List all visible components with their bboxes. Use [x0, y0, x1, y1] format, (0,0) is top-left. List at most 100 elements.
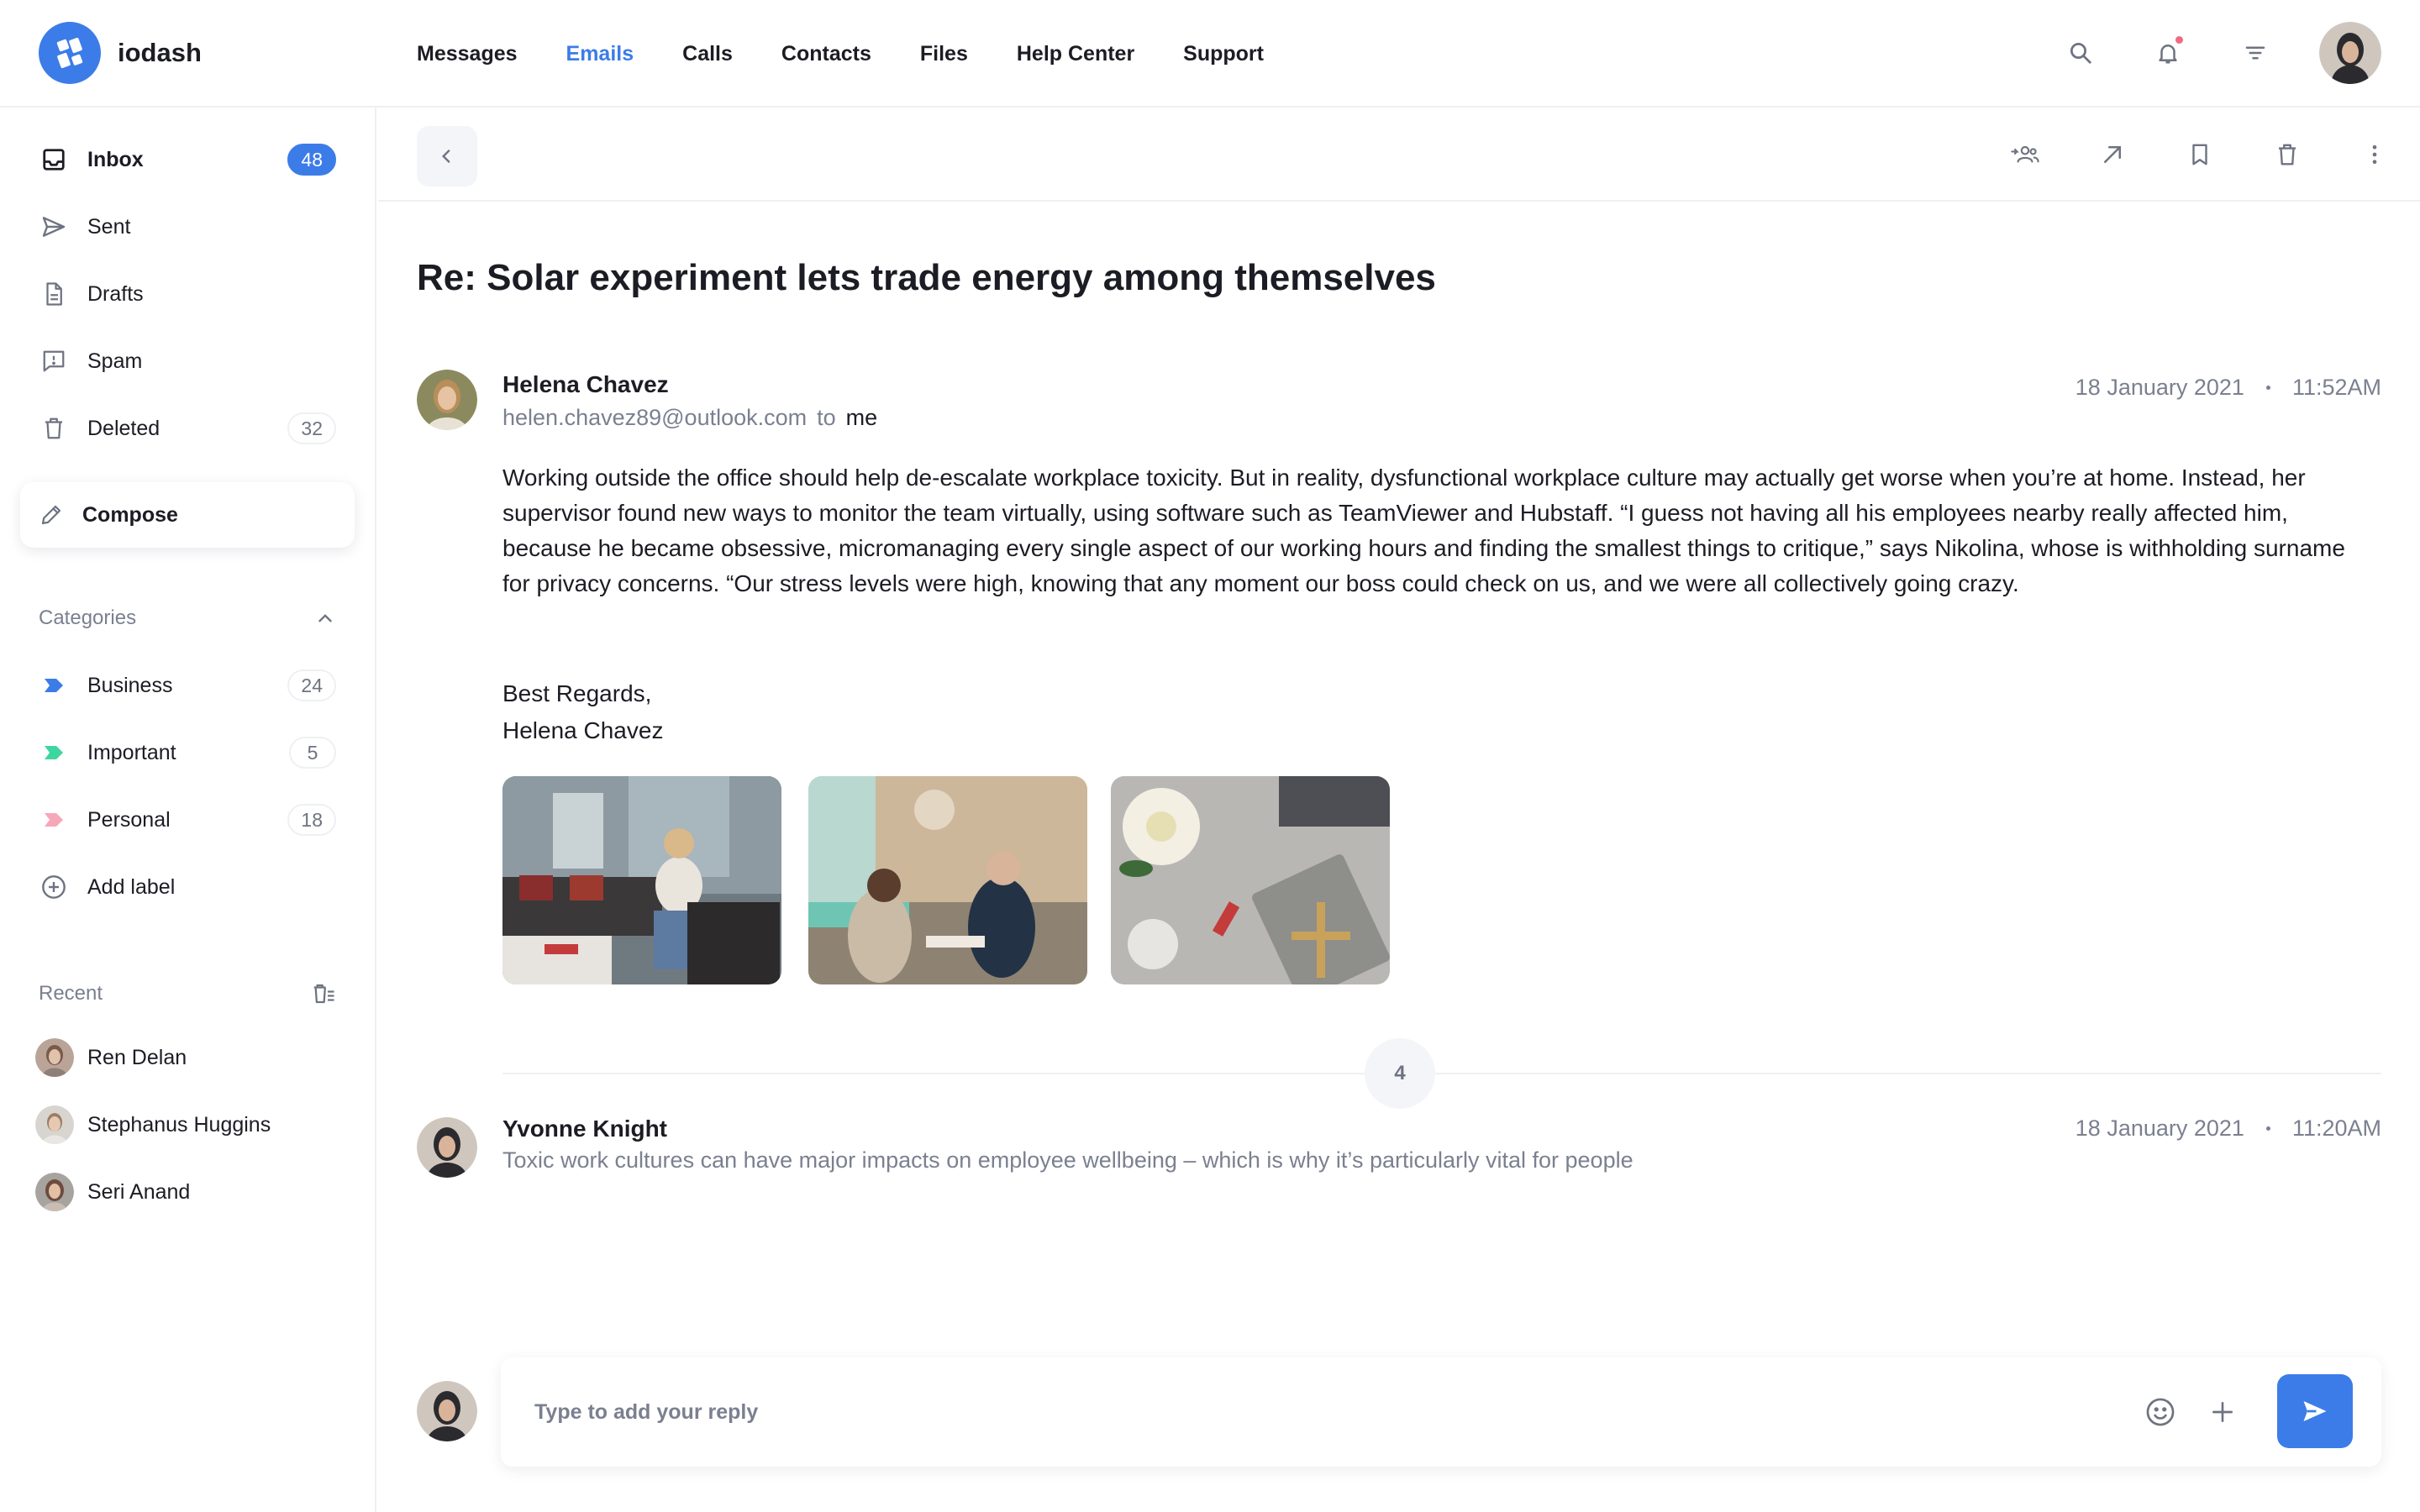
email-date: 18 January 2021	[2075, 375, 2244, 400]
previous-email-timestamp: 18 January 2021 11:20AM	[2075, 1116, 2381, 1142]
nav-messages[interactable]: Messages	[417, 42, 518, 66]
sidebar-item-sent[interactable]: Sent	[39, 207, 336, 247]
email-timestamp: 18 January 2021 11:52AM	[2075, 375, 2381, 401]
avatar	[35, 1105, 74, 1144]
attachment-image[interactable]	[808, 776, 1087, 984]
logo[interactable]: iodash	[39, 22, 202, 84]
previous-email-preview[interactable]: Toxic work cultures can have major impac…	[502, 1147, 1634, 1173]
clear-recent-icon[interactable]	[311, 981, 336, 1006]
sidebar-item-personal[interactable]: Personal 18	[39, 800, 336, 840]
previous-email-date: 18 January 2021	[2075, 1116, 2244, 1141]
attachment-image[interactable]	[1111, 776, 1390, 984]
pencil-icon	[39, 502, 64, 528]
app-name: iodash	[118, 38, 202, 67]
recent-contact-ren-delan[interactable]: Ren Delan	[35, 1038, 187, 1077]
categories-header[interactable]: Categories	[39, 606, 336, 630]
send-icon	[39, 212, 69, 242]
nav-emails[interactable]: Emails	[566, 42, 634, 66]
sidebar-item-label: Inbox	[87, 147, 144, 171]
email-actions	[1958, 134, 2395, 175]
sidebar-item-inbox[interactable]: Inbox 48	[39, 139, 336, 180]
sender-avatar[interactable]	[417, 370, 477, 430]
inbox-count-badge: 48	[287, 144, 336, 176]
important-tag-icon	[39, 738, 69, 768]
collapsed-messages-count[interactable]: 4	[1365, 1038, 1435, 1109]
sidebar-item-deleted[interactable]: Deleted 32	[39, 408, 336, 449]
forward-arrow-icon[interactable]	[2092, 134, 2133, 175]
nav-help-center[interactable]: Help Center	[1017, 42, 1134, 66]
compose-button[interactable]: Compose	[20, 482, 355, 548]
personal-tag-icon	[39, 805, 69, 835]
business-tag-icon	[39, 670, 69, 701]
trash-icon	[39, 413, 69, 444]
sender-email[interactable]: helen.chavez89@outlook.com	[502, 405, 807, 430]
email-signoff: Best Regards,	[502, 680, 652, 706]
sidebar-item-important[interactable]: Important 5	[39, 732, 336, 773]
delete-icon[interactable]	[2267, 134, 2307, 175]
sidebar-item-spam[interactable]: Spam	[39, 341, 336, 381]
logo-icon	[39, 22, 101, 84]
reply-all-icon[interactable]	[2005, 134, 2045, 175]
add-label-button[interactable]: Add label	[39, 867, 336, 907]
email-body: Working outside the office should help d…	[502, 465, 2345, 596]
chevron-up-icon[interactable]	[314, 607, 336, 629]
previous-sender-avatar[interactable]	[417, 1117, 477, 1178]
document-icon	[39, 279, 69, 309]
thread-divider	[502, 1073, 2381, 1074]
categories-title: Categories	[39, 606, 137, 629]
sidebar-item-drafts[interactable]: Drafts	[39, 274, 336, 314]
reply-composer	[501, 1357, 2381, 1467]
business-count-badge: 24	[287, 669, 336, 701]
spam-icon	[39, 346, 69, 376]
emoji-icon[interactable]	[2141, 1393, 2180, 1431]
recent-header: Recent	[39, 981, 336, 1006]
recent-title: Recent	[39, 982, 103, 1005]
header-actions	[2013, 22, 2381, 84]
top-bar: iodash Messages Emails Calls Contacts Fi…	[0, 0, 2420, 108]
sidebar-item-label: Important	[87, 740, 176, 764]
add-label-text: Add label	[87, 874, 176, 899]
to-word: to	[817, 405, 836, 430]
compose-label: Compose	[82, 502, 178, 527]
bell-icon[interactable]	[2148, 33, 2188, 73]
nav-contacts[interactable]: Contacts	[781, 42, 871, 66]
nav-files[interactable]: Files	[920, 42, 968, 66]
main-nav: Messages Emails Calls Contacts Files Hel…	[417, 0, 1313, 108]
personal-count-badge: 18	[287, 804, 336, 836]
sidebar-item-business[interactable]: Business 24	[39, 665, 336, 706]
previous-sender-name[interactable]: Yvonne Knight	[502, 1116, 667, 1142]
email-time: 11:52AM	[2291, 375, 2381, 400]
email-toolbar	[378, 108, 2420, 202]
attachment-image[interactable]	[502, 776, 781, 984]
nav-support[interactable]: Support	[1183, 42, 1264, 66]
sender-name: Helena Chavez	[502, 371, 669, 397]
user-avatar[interactable]	[2319, 22, 2381, 84]
notification-dot	[2175, 36, 2183, 44]
send-button[interactable]	[2277, 1374, 2353, 1448]
plus-icon[interactable]	[2203, 1393, 2242, 1431]
sidebar-item-label: Spam	[87, 349, 143, 373]
important-count-badge: 5	[289, 737, 336, 769]
send-icon	[2300, 1396, 2330, 1426]
separator-dot	[2265, 386, 2270, 390]
reply-input[interactable]	[534, 1391, 2131, 1433]
sidebar-item-label: Personal	[87, 807, 171, 832]
avatar	[35, 1038, 74, 1077]
sidebar-item-label: Sent	[87, 214, 131, 239]
deleted-count-badge: 32	[287, 412, 336, 444]
avatar	[35, 1173, 74, 1211]
plus-circle-icon	[39, 872, 69, 902]
recent-contact-stephanus-huggins[interactable]: Stephanus Huggins	[35, 1105, 271, 1144]
more-vertical-icon[interactable]	[2354, 134, 2395, 175]
recent-contact-seri-anand[interactable]: Seri Anand	[35, 1173, 190, 1211]
filter-icon[interactable]	[2235, 33, 2275, 73]
bookmark-icon[interactable]	[2180, 134, 2220, 175]
previous-email-time: 11:20AM	[2291, 1116, 2381, 1141]
search-icon[interactable]	[2060, 33, 2101, 73]
back-button[interactable]	[417, 126, 477, 186]
nav-calls[interactable]: Calls	[682, 42, 733, 66]
recent-contact-name: Seri Anand	[87, 1179, 191, 1204]
reply-avatar	[417, 1381, 477, 1441]
sidebar-item-label: Deleted	[87, 416, 160, 440]
sidebar: Inbox 48 Sent Drafts Spam Deleted 32 Com…	[0, 108, 376, 1512]
